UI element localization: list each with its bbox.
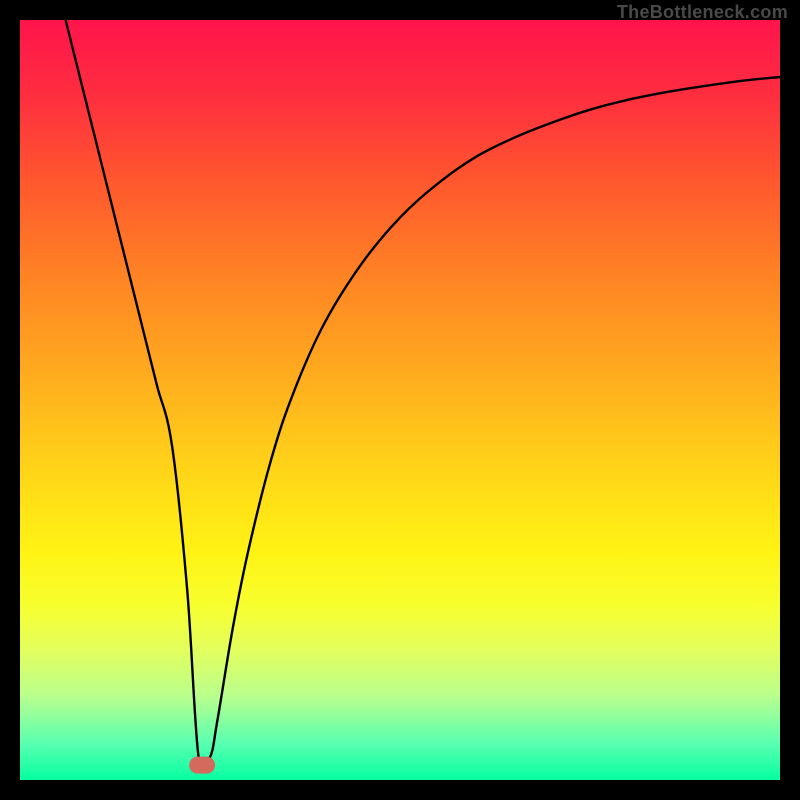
watermark-text: TheBottleneck.com xyxy=(617,2,788,23)
bottleneck-curve xyxy=(20,20,780,780)
optimal-point-marker xyxy=(189,756,215,773)
chart-frame: TheBottleneck.com xyxy=(0,0,800,800)
plot-area xyxy=(20,20,780,780)
